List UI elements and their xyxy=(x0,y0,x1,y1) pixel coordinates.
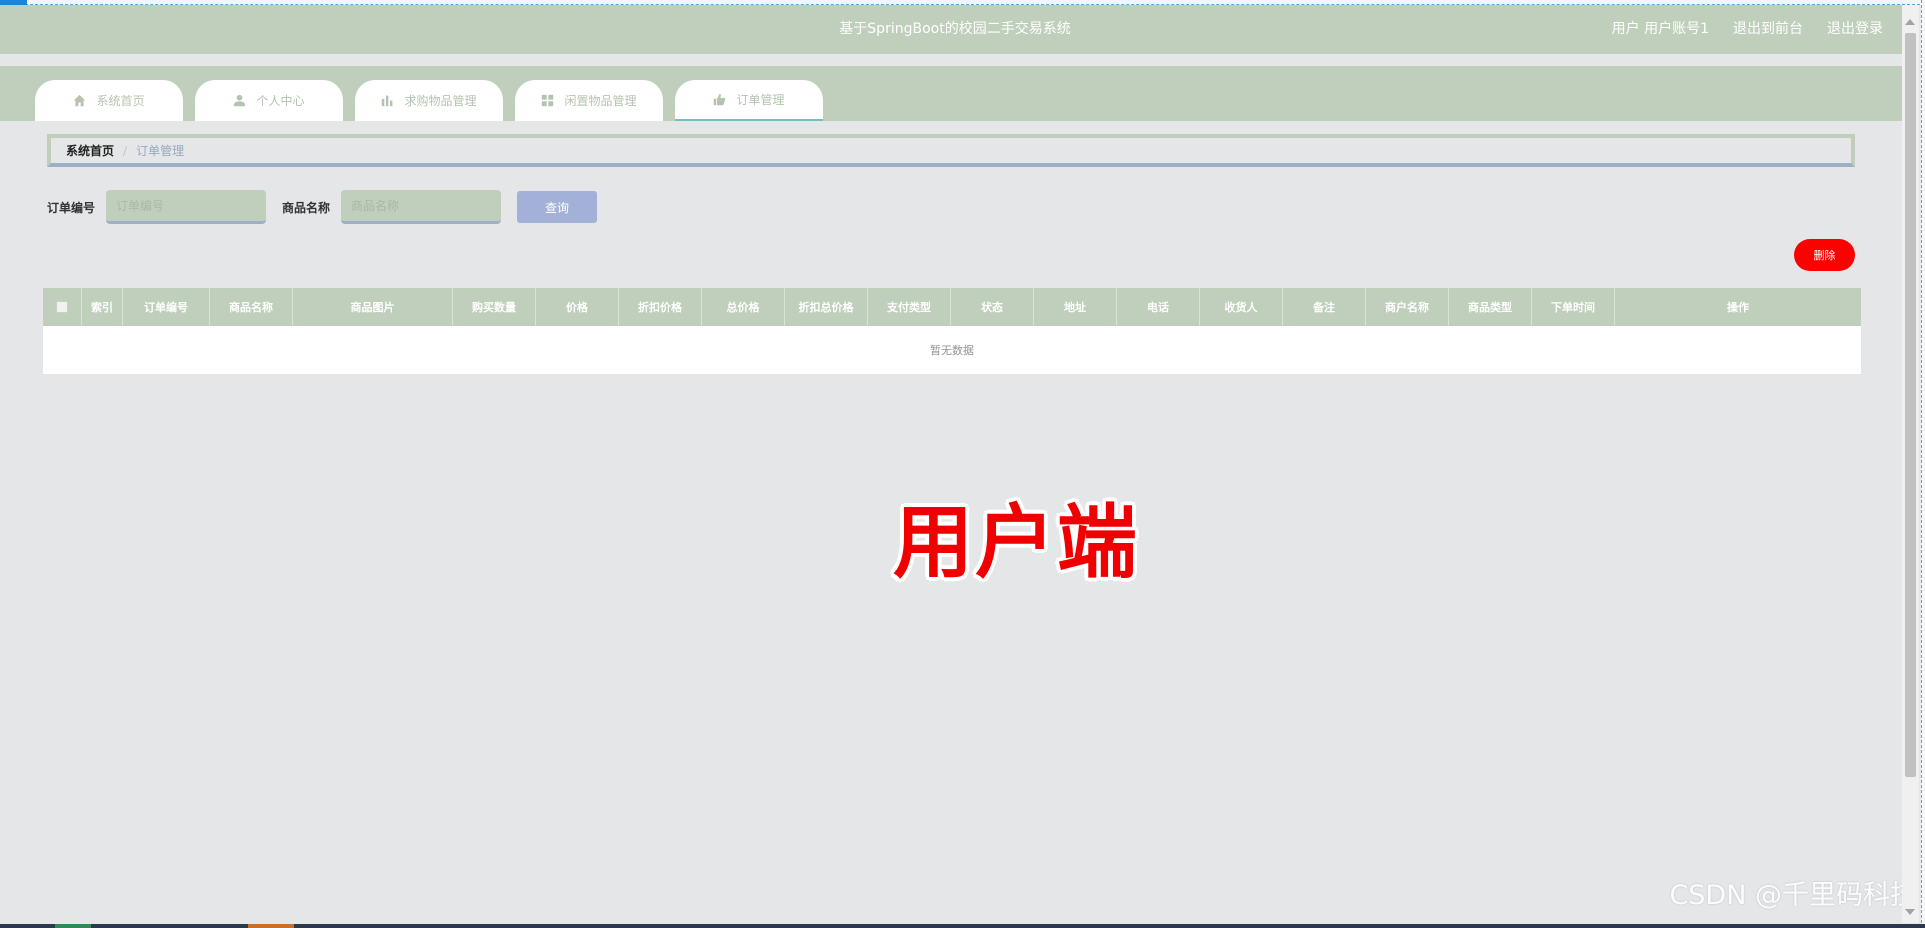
product-name-input[interactable] xyxy=(341,190,502,224)
home-icon xyxy=(74,94,86,107)
orders-table: 索引 订单编号 商品名称 商品图片 购买数量 价格 折扣价格 总价格 折扣总价格… xyxy=(43,288,1861,374)
top-header: 基于SpringBoot的校园二手交易系统 用户 用户账号1 退出到前台 退出登… xyxy=(0,5,1902,54)
thumb-icon xyxy=(714,93,726,106)
table-header: 索引 订单编号 商品名称 商品图片 购买数量 价格 折扣价格 总价格 折扣总价格… xyxy=(43,288,1861,326)
main-nav: 系统首页 个人中心 求购物品管理 闲置物品管理 订单管理 xyxy=(0,66,1902,121)
column-header: 总价格 xyxy=(702,288,785,326)
tab-label: 个人中心 xyxy=(256,94,305,108)
column-header: 商品类型 xyxy=(1449,288,1532,326)
column-header: 电话 xyxy=(1117,288,1200,326)
select-all-checkbox[interactable] xyxy=(56,301,68,313)
order-no-label: 订单编号 xyxy=(47,200,96,215)
header-gap xyxy=(0,54,1902,66)
column-header: 购买数量 xyxy=(453,288,536,326)
watermark: CSDN @千里码科技 xyxy=(1669,880,1917,911)
select-all-cell xyxy=(43,288,82,326)
tab-idle-items[interactable]: 闲置物品管理 xyxy=(515,80,663,121)
scroll-thumb[interactable] xyxy=(1905,33,1916,777)
search-form: 订单编号 商品名称 查询 xyxy=(47,190,598,224)
scroll-down-arrow-icon[interactable] xyxy=(1905,909,1915,915)
column-header: 商品图片 xyxy=(293,288,453,326)
vertical-scrollbar[interactable] xyxy=(1902,5,1919,923)
breadcrumb-separator: / xyxy=(123,143,128,158)
column-header: 索引 xyxy=(82,288,123,326)
column-header: 收货人 xyxy=(1200,288,1283,326)
tab-wanted-items[interactable]: 求购物品管理 xyxy=(355,80,503,121)
empty-text: 暂无数据 xyxy=(930,344,974,357)
column-header: 价格 xyxy=(536,288,619,326)
chart-icon xyxy=(382,95,393,107)
window-frame-bottom xyxy=(0,924,1925,928)
delete-button[interactable]: 删除 xyxy=(1794,239,1855,271)
query-button[interactable]: 查询 xyxy=(517,191,598,223)
logout-link[interactable]: 退出登录 xyxy=(1827,5,1883,54)
tab-label: 订单管理 xyxy=(736,93,785,107)
column-header: 地址 xyxy=(1034,288,1117,326)
column-header: 折扣价格 xyxy=(619,288,702,326)
tab-label: 求购物品管理 xyxy=(404,94,477,108)
tab-personal-center[interactable]: 个人中心 xyxy=(195,80,343,121)
grid-icon xyxy=(542,94,554,107)
table-empty-row: 暂无数据 xyxy=(43,326,1861,374)
column-header: 操作 xyxy=(1727,301,1749,314)
current-user-label: 用户 用户账号1 xyxy=(1611,21,1709,37)
column-header: 商户名称 xyxy=(1366,288,1449,326)
column-header: 状态 xyxy=(951,288,1034,326)
column-header: 折扣总价格 xyxy=(785,288,868,326)
tab-label: 系统首页 xyxy=(96,94,145,108)
scroll-up-arrow-icon[interactable] xyxy=(1905,19,1915,25)
person-icon xyxy=(234,94,246,107)
window-frame-right xyxy=(1921,0,1925,928)
tab-label: 闲置物品管理 xyxy=(564,94,637,108)
tab-system-home[interactable]: 系统首页 xyxy=(35,80,183,121)
overlay-label: 用户端 xyxy=(893,496,1139,589)
column-header: 支付类型 xyxy=(868,288,951,326)
column-header: 备注 xyxy=(1283,288,1366,326)
order-no-input[interactable] xyxy=(106,190,267,224)
column-header: 下单时间 xyxy=(1532,288,1615,326)
breadcrumb-home[interactable]: 系统首页 xyxy=(66,142,114,159)
tab-order-management[interactable]: 订单管理 xyxy=(675,80,823,121)
header-user-actions: 用户 用户账号1 退出到前台 退出登录 xyxy=(1612,5,1883,54)
breadcrumb-current: 订单管理 xyxy=(136,144,185,158)
column-header: 商品名称 xyxy=(210,288,293,326)
product-name-label: 商品名称 xyxy=(282,200,331,215)
exit-to-front-link[interactable]: 退出到前台 xyxy=(1733,5,1803,54)
breadcrumb: 系统首页 / 订单管理 xyxy=(47,134,1855,167)
column-header: 订单编号 xyxy=(123,288,210,326)
